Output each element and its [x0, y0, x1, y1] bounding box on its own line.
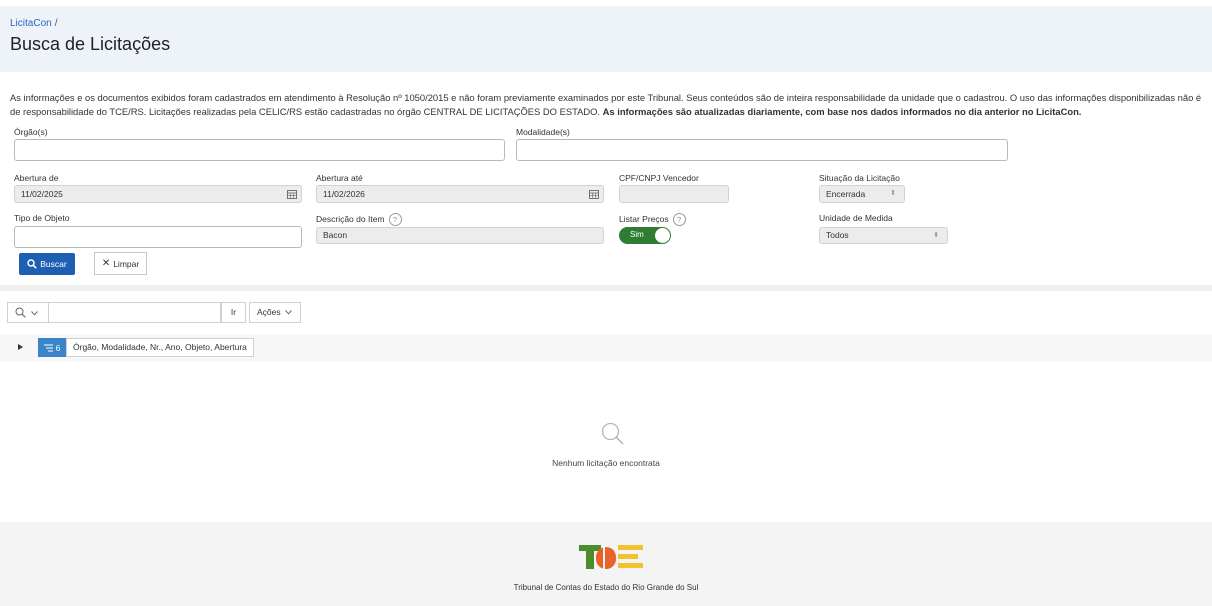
- unidade-select[interactable]: Todos ⬍: [819, 227, 948, 244]
- cpf-cnpj-label: CPF/CNPJ Vencedor: [619, 173, 699, 183]
- disclaimer-bold-text: As informações são atualizadas diariamen…: [602, 106, 1082, 117]
- report-search-input[interactable]: [48, 302, 221, 323]
- page-title: Busca de Licitações: [10, 34, 171, 54]
- descricao-label: Descrição do Item?: [316, 213, 402, 226]
- listar-precos-toggle[interactable]: Sim: [619, 227, 671, 244]
- orgao-label: Órgão(s): [14, 127, 48, 137]
- abertura-ate-field[interactable]: 11/02/2026: [316, 185, 604, 203]
- unidade-label: Unidade de Medida: [819, 213, 893, 223]
- columns-badge[interactable]: 6: [38, 338, 66, 357]
- columns-icon: [43, 344, 53, 351]
- buscar-label: Buscar: [40, 259, 67, 269]
- select-arrow-icon: ⬍: [933, 232, 939, 239]
- disclaimer-notice: As informações e os documentos exibidos …: [10, 91, 1206, 119]
- abertura-de-field[interactable]: 11/02/2025: [14, 185, 302, 203]
- descricao-label-text: Descrição do Item: [316, 213, 385, 224]
- search-icon: [15, 307, 26, 318]
- modalidade-field[interactable]: [516, 139, 1008, 161]
- section-divider: [0, 285, 1212, 291]
- select-arrow-icon: ⬍: [890, 190, 896, 197]
- abertura-ate-label: Abertura até: [316, 173, 363, 183]
- columns-count: 6: [55, 342, 61, 353]
- listar-precos-label: Listar Preços?: [619, 213, 686, 226]
- cpf-cnpj-field[interactable]: [619, 185, 729, 203]
- buscar-button[interactable]: Buscar: [19, 253, 75, 275]
- help-icon[interactable]: ?: [672, 213, 686, 226]
- breadcrumb-separator: /: [54, 18, 58, 29]
- tce-logo: [579, 545, 643, 569]
- empty-state-message: Nenhum licitação encontrata: [552, 458, 660, 468]
- columns-list[interactable]: Órgão, Modalidade, Nr., Ano, Objeto, Abe…: [66, 338, 254, 357]
- actions-label: Ações: [257, 307, 281, 317]
- limpar-label: Limpar: [113, 258, 140, 269]
- situacao-select[interactable]: Encerrada ⬍: [819, 185, 905, 203]
- limpar-button[interactable]: ✕ Limpar: [94, 252, 147, 275]
- close-icon: ✕: [101, 258, 111, 269]
- tipo-objeto-field[interactable]: [14, 226, 302, 248]
- toggle-label: Sim: [630, 230, 644, 239]
- search-icon: [27, 259, 38, 269]
- unidade-value: Todos: [826, 230, 849, 240]
- modalidade-label: Modalidade(s): [516, 127, 570, 137]
- footer-org-name: Tribunal de Contas do Estado do Rio Gran…: [513, 583, 699, 592]
- breadcrumb-link-licitacon[interactable]: LicitaCon: [10, 18, 52, 29]
- abertura-de-label: Abertura de: [14, 173, 59, 183]
- go-button[interactable]: Ir: [221, 302, 246, 323]
- orgao-field[interactable]: [14, 139, 505, 161]
- expand-triangle-icon[interactable]: [18, 344, 23, 350]
- toggle-knob: [655, 228, 670, 243]
- calendar-icon[interactable]: [287, 189, 297, 199]
- search-column-selector[interactable]: [7, 302, 49, 323]
- breadcrumb: LicitaCon /: [10, 18, 57, 29]
- situacao-value: Encerrada: [826, 189, 866, 199]
- actions-menu-button[interactable]: Ações: [249, 302, 301, 323]
- descricao-field[interactable]: Bacon: [316, 227, 604, 244]
- page-header: LicitaCon / Busca de Licitações: [0, 6, 1212, 72]
- abertura-ate-value: 11/02/2026: [323, 189, 365, 199]
- calendar-icon[interactable]: [589, 189, 599, 199]
- help-icon[interactable]: ?: [388, 213, 402, 226]
- tipo-objeto-label: Tipo de Objeto: [14, 213, 70, 223]
- empty-search-icon: [601, 422, 624, 445]
- chevron-down-icon: [31, 311, 38, 316]
- abertura-de-value: 11/02/2025: [21, 189, 63, 199]
- chevron-down-icon: [285, 310, 292, 315]
- listar-precos-label-text: Listar Preços: [619, 213, 669, 224]
- situacao-label: Situação da Licitação: [819, 173, 900, 183]
